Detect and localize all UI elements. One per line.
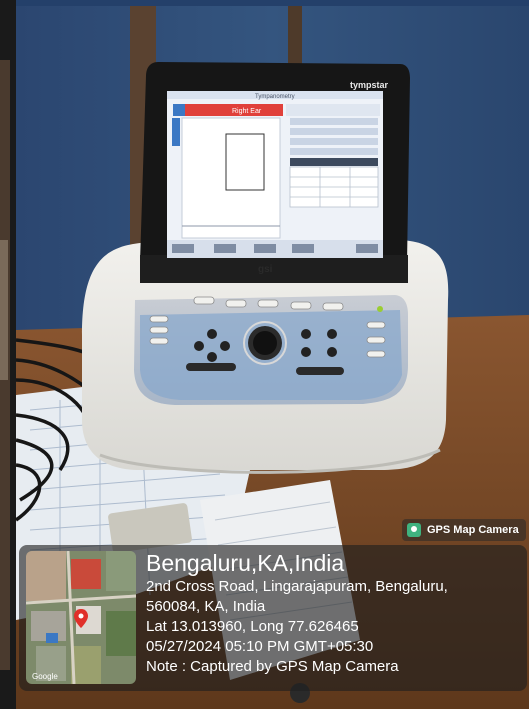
location-info: Bengaluru,KA,India 2nd Cross Road, Linga… — [146, 549, 524, 677]
brand-top-text: tympstar — [350, 80, 389, 90]
coordinates: Lat 13.013960, Long 77.626465 — [146, 618, 359, 635]
gps-camera-label: GPS Map Camera — [427, 524, 519, 536]
screen-title-text: Tympanometry — [255, 94, 295, 100]
camera-app-icon — [407, 523, 421, 537]
svg-text:Google: Google — [32, 672, 58, 681]
city-title: Bengaluru,KA,India — [146, 550, 345, 576]
capture-note: Note : Captured by GPS Map Camera — [146, 658, 399, 675]
datetime: 05/27/2024 05:10 PM GMT+05:30 — [146, 638, 374, 655]
address-line-1: 2nd Cross Road, Lingarajapuram, Bengalur… — [146, 578, 448, 595]
address-line-2: 560084, KA, India — [146, 598, 266, 615]
ear-label-text: Right Ear — [232, 108, 262, 115]
brand-front-text: gsi — [258, 264, 273, 275]
gps-camera-tag: GPS Map Camera — [402, 519, 526, 541]
map-thumbnail: Google — [26, 551, 136, 684]
